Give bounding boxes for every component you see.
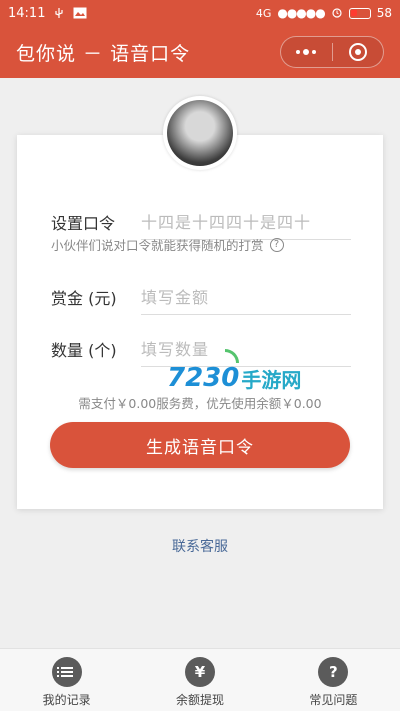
more-icon xyxy=(296,49,317,55)
page-title: 包你说 － 语音口令 xyxy=(16,42,191,65)
watermark-logo: 7230 手游网 xyxy=(167,349,302,393)
watermark-text: 手游网 xyxy=(241,368,302,392)
close-icon xyxy=(348,43,367,61)
count-row: 数量 (个) 填写数量 xyxy=(51,330,351,367)
tab-withdraw[interactable]: ¥ 余额提现 xyxy=(133,649,266,711)
mini-program-capsule xyxy=(280,36,384,68)
tab-faq[interactable]: ? 常见问题 xyxy=(267,649,400,711)
yuan-icon: ¥ xyxy=(184,657,215,687)
signal-icon: ●●●●● xyxy=(277,6,325,20)
title-bar: 包你说 － 语音口令 xyxy=(0,26,400,78)
reward-input[interactable]: 填写金额 xyxy=(141,278,351,315)
bottom-tab-bar: 我的记录 ¥ 余额提现 ? 常见问题 xyxy=(0,648,400,711)
close-button[interactable] xyxy=(333,37,384,67)
battery-icon xyxy=(348,7,371,19)
question-icon: ? xyxy=(318,657,349,687)
fee-text: 需支付￥0.00服务费，优先使用余额￥0.00 xyxy=(78,396,322,411)
status-time: 14:11 xyxy=(8,5,46,21)
password-label: 设置口令 xyxy=(51,213,116,233)
list-icon xyxy=(51,657,82,687)
screen: 14:11 4G ●●●●● 58 包你说 － 语音口令 设置口令 十四是十四四… xyxy=(0,0,400,711)
watermark-number: 7230 xyxy=(167,363,240,393)
reward-label: 赏金 (元) xyxy=(51,288,117,308)
help-icon[interactable]: ? xyxy=(269,237,284,252)
count-label: 数量 (个) xyxy=(51,340,117,360)
form-card: 设置口令 十四是十四四十是四十 小伙伴们说对口令就能获得随机的打赏 ? 赏金 (… xyxy=(17,135,383,509)
generate-voice-password-button[interactable]: 生成语音口令 xyxy=(50,422,350,468)
contact-service-link[interactable]: 联系客服 xyxy=(0,536,400,556)
battery-level: 58 xyxy=(376,6,392,20)
tab-label: 我的记录 xyxy=(42,693,91,707)
network-label: 4G xyxy=(255,6,272,20)
alarm-icon xyxy=(332,8,342,18)
count-input[interactable]: 填写数量 xyxy=(141,330,351,367)
usb-icon xyxy=(55,8,64,18)
avatar-photo xyxy=(167,100,233,166)
more-button[interactable] xyxy=(281,37,332,67)
status-bar: 14:11 4G ●●●●● 58 xyxy=(0,0,400,26)
password-hint: 小伙伴们说对口令就能获得随机的打赏 ? xyxy=(51,235,284,254)
message-icon xyxy=(73,7,87,19)
tab-my-records[interactable]: 我的记录 xyxy=(0,649,133,711)
avatar xyxy=(163,96,237,170)
reward-row: 赏金 (元) 填写金额 xyxy=(51,278,351,315)
hint-text: 小伙伴们说对口令就能获得随机的打赏 xyxy=(51,238,264,253)
tab-label: 余额提现 xyxy=(175,693,224,707)
tab-label: 常见问题 xyxy=(309,693,358,707)
